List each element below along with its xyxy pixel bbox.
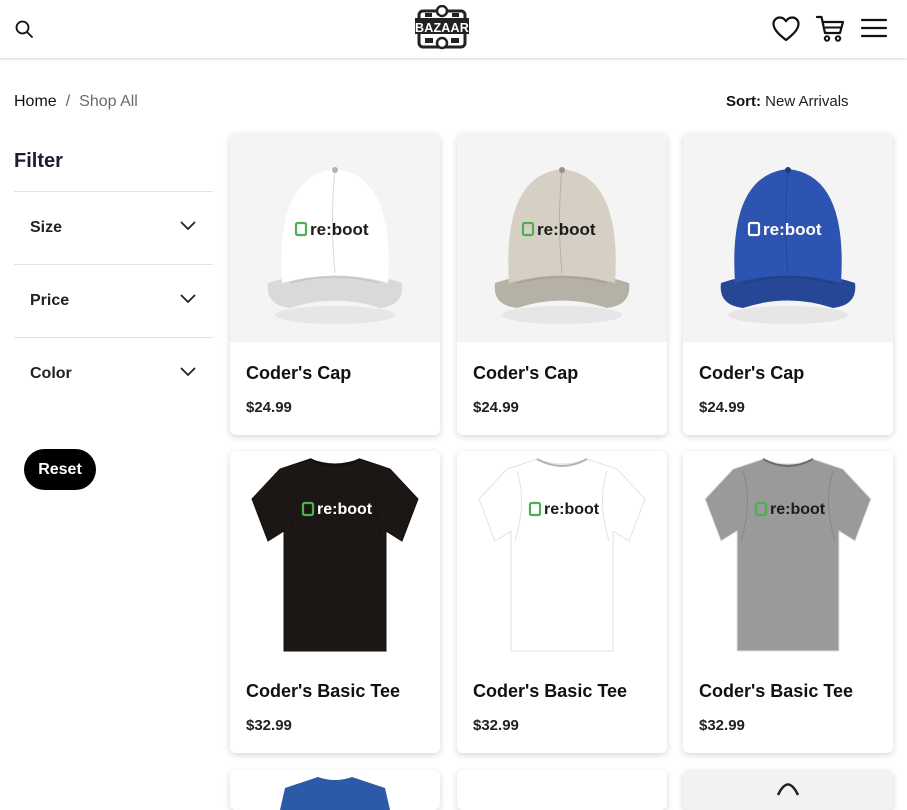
brand-logo-text: re:boot: [770, 501, 826, 518]
brand-logo-text: re:boot: [317, 501, 373, 518]
product-image-cap: re:boot: [457, 133, 667, 342]
product-price: $24.99: [246, 399, 292, 416]
product-image-tee: re:boot: [457, 451, 667, 660]
brand-logo-text: re:boot: [544, 501, 600, 518]
sort-dropdown[interactable]: Sort: New Arrivals: [726, 93, 849, 110]
site-header: BAZAAR: [0, 0, 907, 58]
product-image-tee: re:boot: [230, 451, 440, 660]
brand-logo-text: re:boot: [310, 220, 369, 239]
product-name: Coder's Cap: [246, 363, 352, 383]
breadcrumb-separator: /: [65, 93, 71, 110]
product-price: $32.99: [699, 717, 745, 734]
product-name: Coder's Cap: [699, 363, 805, 383]
filter-title: Filter: [14, 150, 63, 172]
brand-logo-text: re:boot: [537, 220, 596, 239]
product-card[interactable]: re:boot Coder's Basic Tee $32.99: [230, 451, 440, 753]
breadcrumb: Home / Shop All: [14, 93, 138, 111]
product-card[interactable]: re:boot Coder's Cap $24.99: [457, 133, 667, 435]
hamburger-menu-icon[interactable]: [860, 17, 888, 39]
product-name: Coder's Basic Tee: [246, 681, 401, 701]
filter-color-toggle[interactable]: Color: [14, 337, 213, 410]
heart-icon[interactable]: [771, 14, 801, 44]
chevron-down-icon: [180, 219, 196, 231]
product-price: $24.99: [473, 399, 519, 416]
filter-price-toggle[interactable]: Price: [14, 264, 213, 337]
chevron-down-icon: [180, 365, 196, 377]
product-price: $24.99: [699, 399, 745, 416]
filter-color-label: Color: [30, 365, 72, 382]
product-card[interactable]: re:boot Coder's Basic Tee $32.99: [683, 451, 893, 753]
logo-text: BAZAAR: [415, 21, 469, 35]
brand-logo-text: re:boot: [763, 220, 822, 239]
product-card-partial[interactable]: [457, 770, 667, 810]
product-image-tee: re:boot: [683, 451, 893, 660]
breadcrumb-current: Shop All: [79, 93, 138, 110]
product-card-partial[interactable]: [230, 770, 440, 810]
search-icon[interactable]: [14, 19, 34, 39]
chevron-down-icon: [180, 292, 196, 304]
product-name: Coder's Basic Tee: [699, 681, 854, 701]
sort-value: New Arrivals: [765, 93, 849, 110]
filter-size-label: Size: [30, 219, 63, 236]
product-image-cap: re:boot: [230, 133, 440, 342]
filter-price-label: Price: [30, 292, 70, 309]
product-card-partial[interactable]: [683, 770, 893, 810]
product-card[interactable]: re:boot Coder's Cap $24.99: [230, 133, 440, 435]
product-image-cap: re:boot: [683, 133, 893, 342]
product-name: Coder's Basic Tee: [473, 681, 628, 701]
breadcrumb-home-link[interactable]: Home: [14, 93, 57, 110]
product-image-partial: [776, 783, 800, 796]
product-price: $32.99: [246, 717, 292, 734]
bazaar-logo[interactable]: BAZAAR: [413, 4, 471, 53]
product-price: $32.99: [473, 717, 519, 734]
product-card[interactable]: re:boot Coder's Cap $24.99: [683, 133, 893, 435]
product-image-tee-partial: [280, 777, 390, 810]
cart-icon[interactable]: [815, 13, 846, 44]
product-card[interactable]: re:boot Coder's Basic Tee $32.99: [457, 451, 667, 753]
reset-filters-button[interactable]: Reset: [24, 449, 96, 490]
sort-label: Sort:: [726, 93, 761, 110]
filter-size-toggle[interactable]: Size: [14, 191, 213, 264]
product-name: Coder's Cap: [473, 363, 579, 383]
